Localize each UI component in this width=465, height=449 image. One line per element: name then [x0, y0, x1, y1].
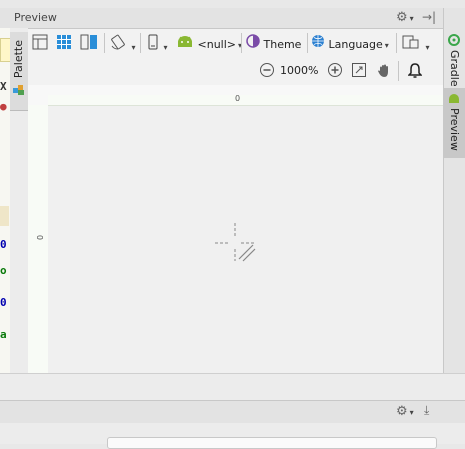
left-ruler-origin: 0: [36, 234, 46, 241]
palette-icon: [13, 84, 25, 96]
toolbar-separator: [307, 33, 308, 53]
editor-fragment: X: [0, 80, 7, 93]
bottom-panel-header: ⚙ ▾ ⤓: [0, 400, 465, 424]
tab-gradle-label: Gradle: [448, 50, 461, 87]
language-selector[interactable]: Language ▾: [311, 34, 389, 52]
toolbar-separator: [396, 33, 397, 53]
hide-panel-icon[interactable]: →|: [422, 10, 436, 24]
top-ruler-origin: 0: [235, 94, 241, 103]
palette-tab-label: Palette: [12, 40, 25, 79]
layout-variants-icon: [402, 35, 424, 53]
render-placeholder-icon: [213, 221, 259, 270]
language-label: Language: [328, 38, 383, 51]
blueprint-grid-icon[interactable]: [56, 34, 72, 52]
editor-highlight: [0, 206, 9, 226]
minimize-panel-icon[interactable]: ⤓: [424, 403, 429, 418]
layout-design-icon[interactable]: [32, 34, 48, 52]
theme-selector[interactable]: Theme: [246, 34, 301, 52]
chevron-down-icon: ▾: [384, 41, 389, 50]
api-level-selector[interactable]: <null> ▾: [176, 34, 242, 52]
bottom-panel-field[interactable]: [107, 437, 437, 449]
chevron-down-icon: ▾: [163, 43, 168, 52]
panel-title: Preview: [14, 11, 57, 24]
tab-preview-label: Preview: [448, 108, 461, 151]
split-view-icon[interactable]: [80, 34, 98, 52]
editor-fragment: a: [0, 328, 7, 341]
android-icon: [176, 36, 198, 51]
toolbar-separator: [398, 61, 399, 81]
device-label: <null>: [197, 38, 237, 51]
theme-label: Theme: [263, 38, 302, 51]
gradle-icon: [448, 34, 460, 49]
android-icon: [448, 92, 460, 107]
editor-marker-icon: ●: [0, 100, 7, 113]
toolbar-separator: [104, 33, 105, 53]
zoom-in-icon[interactable]: [327, 62, 343, 80]
zoom-toolbar: 1000%: [28, 57, 443, 85]
pan-hand-icon[interactable]: [376, 62, 392, 80]
rotate-device-icon: [110, 34, 130, 53]
editor-fragment: 0: [0, 296, 7, 309]
chevron-down-icon: ▾: [131, 43, 136, 52]
device-selector[interactable]: ▾: [148, 34, 168, 52]
phone-icon: [148, 34, 162, 53]
bottom-divider-area: [0, 373, 465, 401]
preview-toolbar: ▾ ▾ <null> ▾ Theme Language ▾ ▾: [28, 29, 443, 58]
chevron-down-icon: ▾: [425, 43, 430, 52]
preview-header: Preview ⚙ ▾ →|: [0, 8, 443, 29]
gear-icon[interactable]: ⚙ ▾: [396, 404, 414, 419]
notification-bell-icon[interactable]: [407, 62, 423, 80]
right-tool-sidebar: Gradle Preview: [443, 8, 465, 373]
toolbar-separator: [140, 33, 141, 53]
top-ruler: 0: [48, 94, 443, 106]
globe-icon: [311, 35, 329, 51]
gear-icon[interactable]: ⚙ ▾: [396, 10, 414, 25]
toolbar-separator: [241, 33, 242, 53]
zoom-to-fit-icon[interactable]: [351, 62, 367, 80]
editor-fragment: o: [0, 264, 7, 277]
design-canvas[interactable]: [48, 106, 443, 373]
zoom-out-icon[interactable]: [259, 62, 275, 80]
left-ruler: 0: [28, 105, 49, 373]
editor-fragment: 0: [0, 238, 7, 251]
palette-column: Palette: [10, 28, 29, 373]
orientation-button[interactable]: ▾: [110, 34, 136, 52]
theme-icon: [246, 34, 264, 51]
palette-tab[interactable]: Palette: [10, 32, 28, 111]
zoom-level: 1000%: [280, 64, 319, 77]
tab-gradle[interactable]: Gradle: [444, 30, 465, 87]
tab-preview[interactable]: Preview: [444, 88, 465, 158]
layout-variants-button[interactable]: ▾: [402, 34, 430, 52]
